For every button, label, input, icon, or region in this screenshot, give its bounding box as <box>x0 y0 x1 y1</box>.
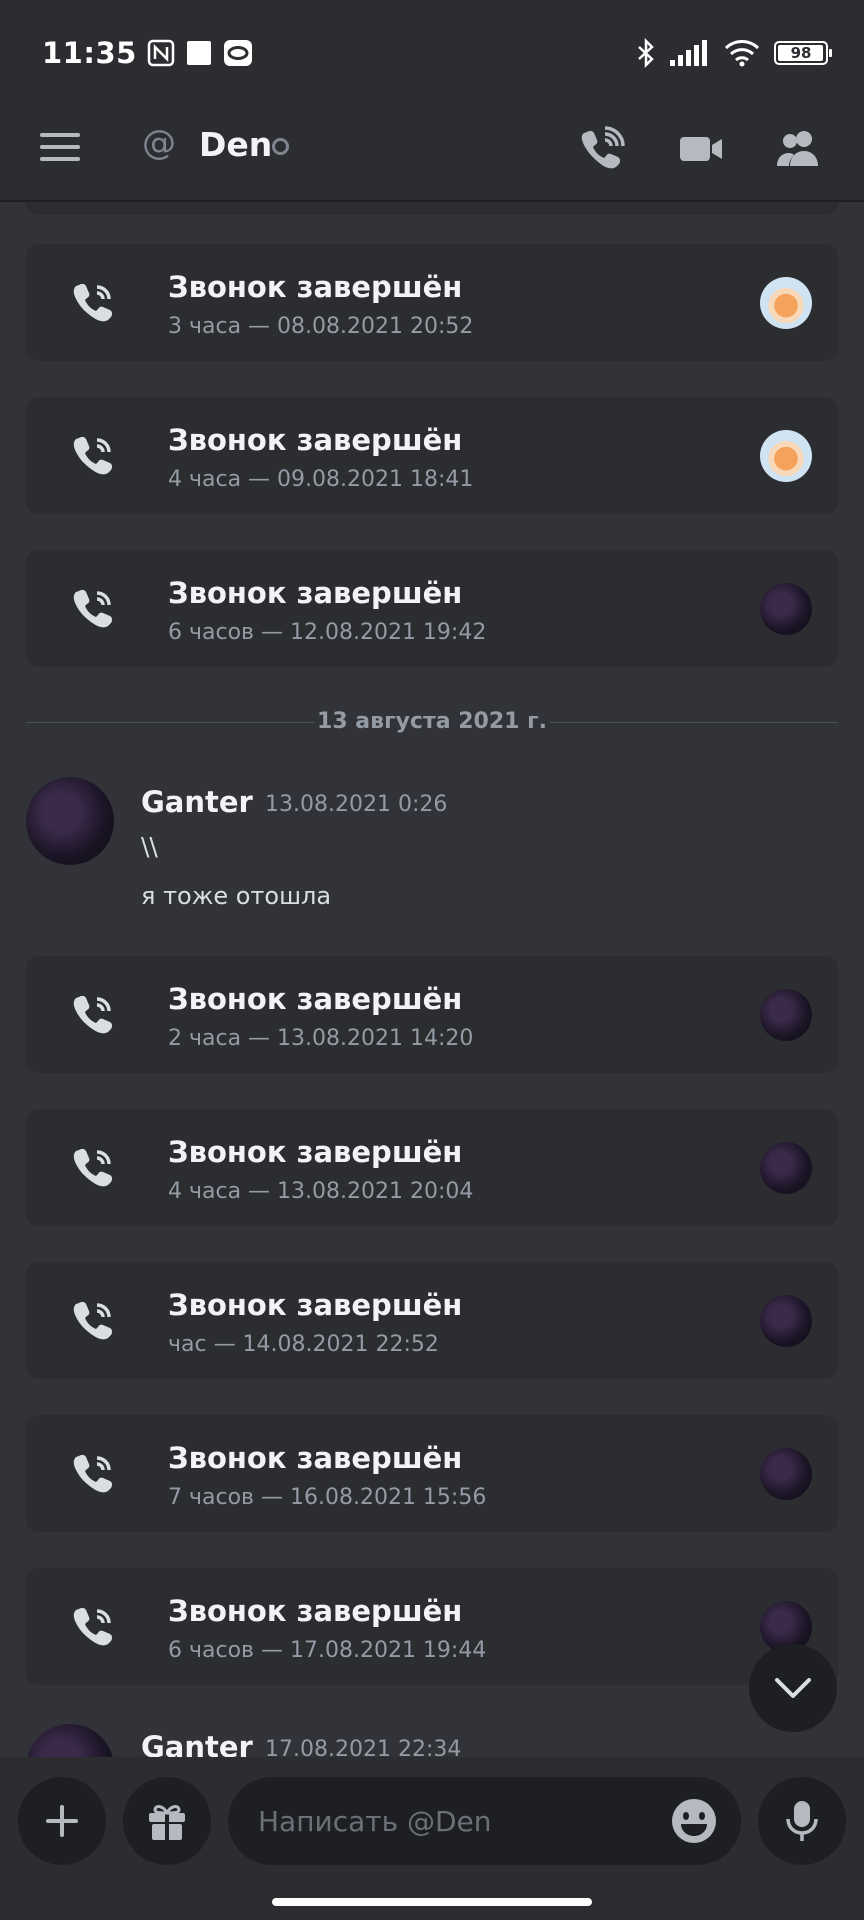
video-call-icon <box>680 137 722 161</box>
emoji-icon <box>672 1799 716 1843</box>
call-title: Звонок завершён <box>168 1441 463 1475</box>
call-title: Звонок завершён <box>168 1288 463 1322</box>
call-ended-card[interactable]: Звонок завершён 6 часов — 17.08.2021 19:… <box>26 1568 838 1685</box>
status-time: 11:35 <box>42 36 137 70</box>
app-notification-icon <box>223 39 253 67</box>
microphone-icon <box>786 1801 818 1841</box>
gift-button[interactable] <box>123 1777 211 1865</box>
call-meta: 6 часов — 17.08.2021 19:44 <box>168 1638 487 1663</box>
avatar[interactable] <box>760 277 812 329</box>
avatar[interactable] <box>760 430 812 482</box>
call-ended-icon <box>73 283 113 322</box>
call-ended-icon <box>73 436 113 475</box>
call-ended-card[interactable]: Звонок завершён 4 часа — 13.08.2021 20:0… <box>26 1109 838 1226</box>
message-author[interactable]: Ganter <box>141 785 253 819</box>
call-meta: 3 часа — 08.08.2021 20:52 <box>168 314 474 339</box>
members-button[interactable] <box>770 121 826 177</box>
video-call-button[interactable] <box>673 121 729 177</box>
attach-button[interactable] <box>18 1777 106 1865</box>
message-input[interactable] <box>228 1777 741 1865</box>
battery-icon: 98 <box>774 41 832 65</box>
call-ended-card[interactable]: Звонок завершён 3 часа — 08.08.2021 20:5… <box>26 244 838 361</box>
divider-line <box>550 722 838 723</box>
avatar[interactable] <box>760 1448 812 1500</box>
chat-scroll-area[interactable]: Звонок завершён 3 часа — 08.08.2021 20:5… <box>0 202 864 1757</box>
emoji-button[interactable] <box>670 1797 718 1845</box>
call-title: Звонок завершён <box>168 576 463 610</box>
voice-message-button[interactable] <box>758 1777 846 1865</box>
call-title: Звонок завершён <box>168 1135 463 1169</box>
jump-to-bottom-button[interactable] <box>749 1644 837 1732</box>
call-meta: час — 14.08.2021 22:52 <box>168 1332 439 1357</box>
status-offline-icon <box>272 138 289 155</box>
call-meta: 6 часов — 12.08.2021 19:42 <box>168 620 487 645</box>
call-ended-icon <box>73 1301 113 1340</box>
call-ended-card[interactable]: Звонок завершён 6 часов — 12.08.2021 19:… <box>26 550 838 667</box>
call-title: Звонок завершён <box>168 423 463 457</box>
battery-text: 98 <box>790 44 812 62</box>
menu-icon[interactable] <box>40 127 86 173</box>
status-bar: 11:35 98 <box>0 0 864 105</box>
voice-call-button[interactable] <box>574 121 630 177</box>
avatar[interactable] <box>760 583 812 635</box>
call-meta: 4 часа — 09.08.2021 18:41 <box>168 467 474 492</box>
call-meta: 2 часа — 13.08.2021 14:20 <box>168 1026 474 1051</box>
date-divider: 13 августа 2021 г. <box>26 707 838 737</box>
avatar[interactable] <box>760 989 812 1041</box>
avatar[interactable] <box>760 1295 812 1347</box>
bluetooth-icon <box>636 38 656 68</box>
call-card-partial <box>26 202 838 215</box>
message-composer <box>0 1757 864 1920</box>
channel-name[interactable]: Den <box>199 125 272 164</box>
channel-header: @ Den <box>0 105 864 202</box>
call-meta: 4 часа — 13.08.2021 20:04 <box>168 1179 474 1204</box>
call-title: Звонок завершён <box>168 270 463 304</box>
call-ended-icon <box>73 1148 113 1187</box>
call-ended-icon <box>73 1454 113 1493</box>
message-timestamp: 17.08.2021 22:34 <box>265 1737 462 1757</box>
chevron-down-icon <box>775 1678 811 1698</box>
status-left: 11:35 <box>42 36 253 70</box>
call-ended-icon <box>73 589 113 628</box>
message-timestamp: 13.08.2021 0:26 <box>265 792 448 817</box>
call-ended-icon <box>73 1607 113 1646</box>
message-avatar[interactable] <box>26 1724 114 1757</box>
message-text: я тоже отошла <box>141 882 332 910</box>
call-meta: 7 часов — 16.08.2021 15:56 <box>168 1485 487 1510</box>
call-ended-card[interactable]: Звонок завершён 4 часа — 09.08.2021 18:4… <box>26 397 838 514</box>
message-avatar[interactable] <box>26 777 114 865</box>
avatar[interactable] <box>760 1142 812 1194</box>
wifi-icon <box>724 39 760 67</box>
call-ended-card[interactable]: Звонок завершён 7 часов — 16.08.2021 15:… <box>26 1415 838 1532</box>
square-notification-icon <box>185 39 213 67</box>
nfc-icon <box>147 39 175 67</box>
message-text: \\ <box>141 832 158 861</box>
home-indicator[interactable] <box>272 1898 592 1906</box>
plus-icon <box>46 1805 78 1837</box>
call-ended-icon <box>73 995 113 1034</box>
call-ended-card[interactable]: Звонок завершён 2 часа — 13.08.2021 14:2… <box>26 956 838 1073</box>
gift-icon <box>149 1805 185 1840</box>
call-title: Звонок завершён <box>168 1594 463 1628</box>
message-author[interactable]: Ganter <box>141 1730 253 1757</box>
battery-cap <box>829 49 832 57</box>
status-right: 98 <box>636 38 832 68</box>
voice-call-icon <box>581 126 625 169</box>
members-icon <box>777 131 818 166</box>
call-ended-card[interactable]: Звонок завершён час — 14.08.2021 22:52 <box>26 1262 838 1379</box>
signal-icon <box>670 40 710 66</box>
call-title: Звонок завершён <box>168 982 463 1016</box>
at-icon: @ <box>142 123 176 163</box>
